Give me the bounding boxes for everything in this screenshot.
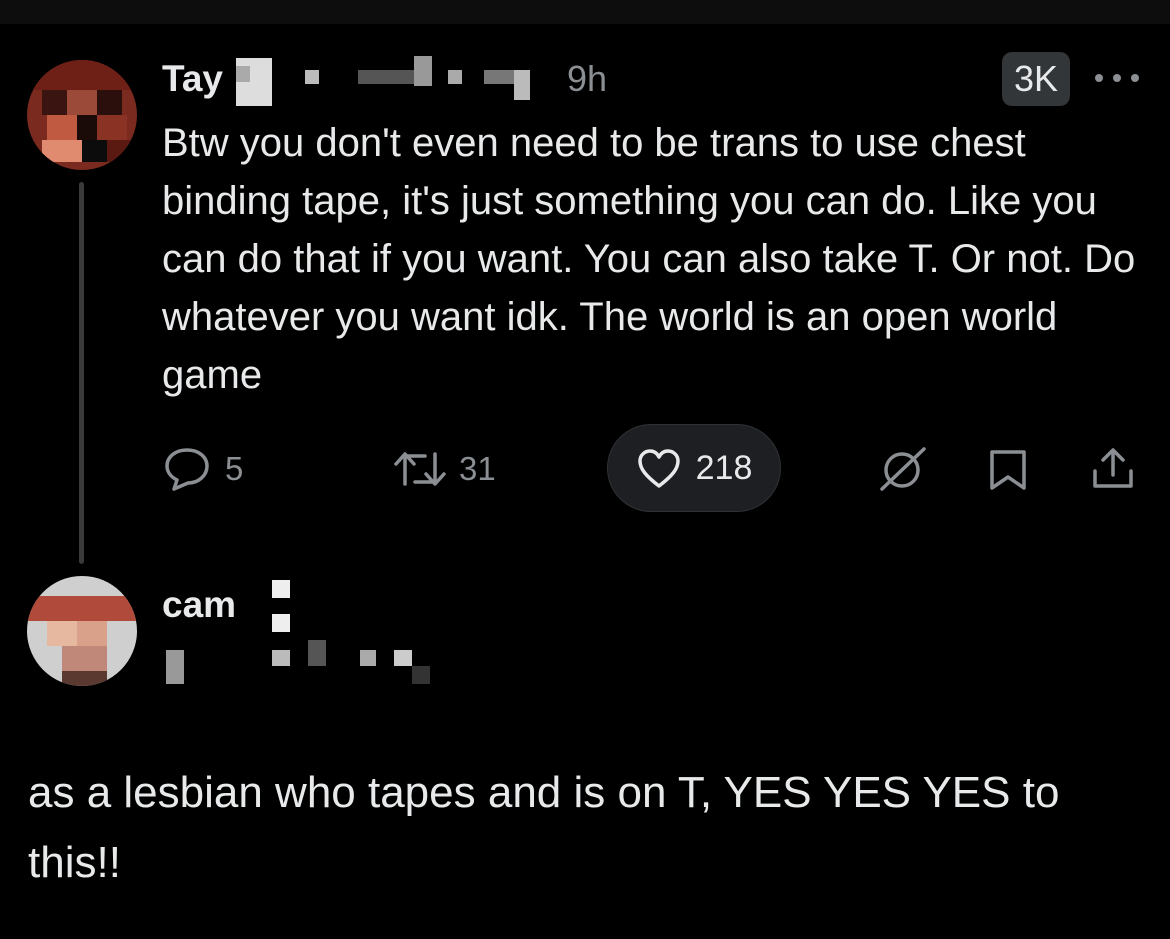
author-name[interactable]: Tay — [162, 58, 223, 100]
like-button[interactable]: 218 — [607, 424, 781, 512]
post-time[interactable]: 9h — [567, 58, 607, 100]
avatar[interactable] — [27, 60, 137, 170]
repost-icon — [394, 452, 446, 486]
grok-icon — [880, 447, 926, 491]
avatar[interactable] — [27, 576, 137, 686]
reply-icon — [165, 448, 209, 491]
bookmark-button[interactable] — [988, 448, 1028, 492]
reply-button[interactable]: 5 — [163, 446, 243, 492]
share-button[interactable] — [1090, 445, 1136, 491]
grok-button[interactable] — [878, 445, 928, 493]
status-bar — [0, 0, 1170, 24]
post-actions: 5 31 218 — [0, 424, 1170, 514]
views-badge[interactable]: 3K — [1002, 52, 1071, 106]
reply-text: as a lesbian who tapes and is on T, YES … — [28, 768, 1060, 887]
repost-count: 31 — [459, 450, 496, 487]
bookmark-icon — [990, 450, 1026, 490]
repost-button[interactable]: 31 — [393, 448, 496, 490]
heart-icon — [637, 449, 680, 488]
post-text: Btw you don't even need to be trans to u… — [162, 121, 1136, 397]
reply-count: 5 — [225, 450, 244, 487]
like-count: 218 — [695, 448, 753, 487]
more-icon[interactable] — [1095, 66, 1139, 90]
share-icon — [1093, 448, 1133, 488]
author-name[interactable]: cam — [162, 584, 236, 626]
